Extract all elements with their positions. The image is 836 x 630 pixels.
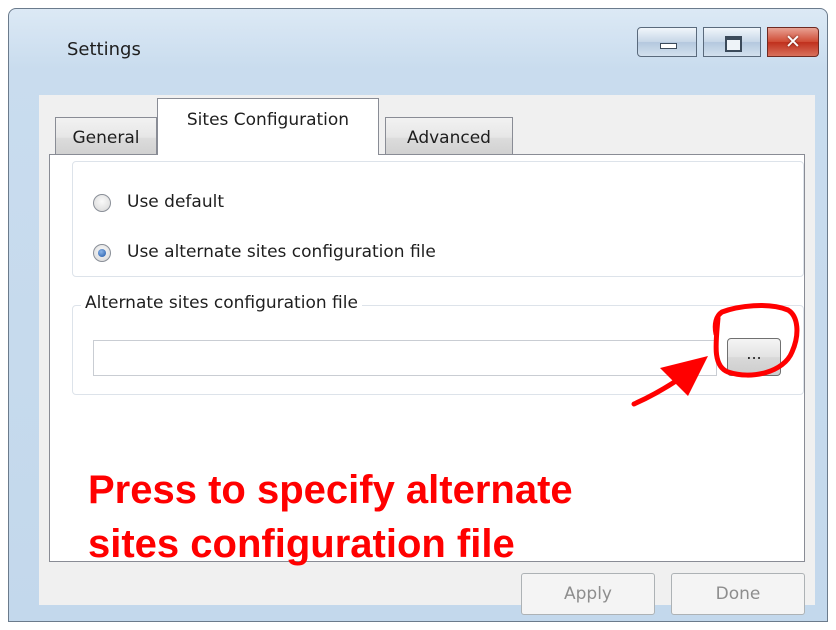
sites-configuration-panel: Use default Use alternate sites configur… <box>49 154 805 566</box>
apply-button[interactable]: Apply <box>521 573 655 615</box>
close-icon: ✕ <box>785 31 801 53</box>
annotation-line-2: sites configuration file <box>88 522 515 566</box>
close-button[interactable]: ✕ <box>767 27 819 57</box>
use-alternate-label: Use alternate sites configuration file <box>127 242 436 262</box>
tab-general[interactable]: General <box>55 117 157 157</box>
alternate-file-group: Alternate sites configuration file ... <box>72 293 804 395</box>
minimize-button[interactable] <box>637 27 697 57</box>
radio-selected-dot <box>98 249 106 257</box>
dialog-client-area: General Sites Configuration Advanced Use… <box>39 95 815 615</box>
use-default-radio[interactable] <box>93 194 111 212</box>
title-bar[interactable]: Settings ✕ <box>9 9 827 89</box>
settings-window: Settings ✕ General Sites Configuration A… <box>8 8 828 622</box>
minimize-icon <box>660 43 677 49</box>
tab-advanced[interactable]: Advanced <box>385 117 513 157</box>
done-button[interactable]: Done <box>671 573 805 615</box>
window-title: Settings <box>67 39 141 60</box>
annotation-callout: Press to specify alternate sites configu… <box>88 463 573 571</box>
alternate-file-group-label: Alternate sites configuration file <box>81 293 362 313</box>
tab-sites-configuration[interactable]: Sites Configuration <box>157 98 379 155</box>
annotation-line-1: Press to specify alternate <box>88 468 573 512</box>
maximize-button[interactable] <box>703 27 761 57</box>
use-alternate-radio[interactable] <box>93 244 111 262</box>
alternate-file-path-input[interactable] <box>93 340 717 376</box>
maximize-icon <box>725 36 742 52</box>
config-mode-group: Use default Use alternate sites configur… <box>72 161 804 277</box>
browse-button[interactable]: ... <box>727 338 781 376</box>
use-default-label: Use default <box>127 192 224 212</box>
